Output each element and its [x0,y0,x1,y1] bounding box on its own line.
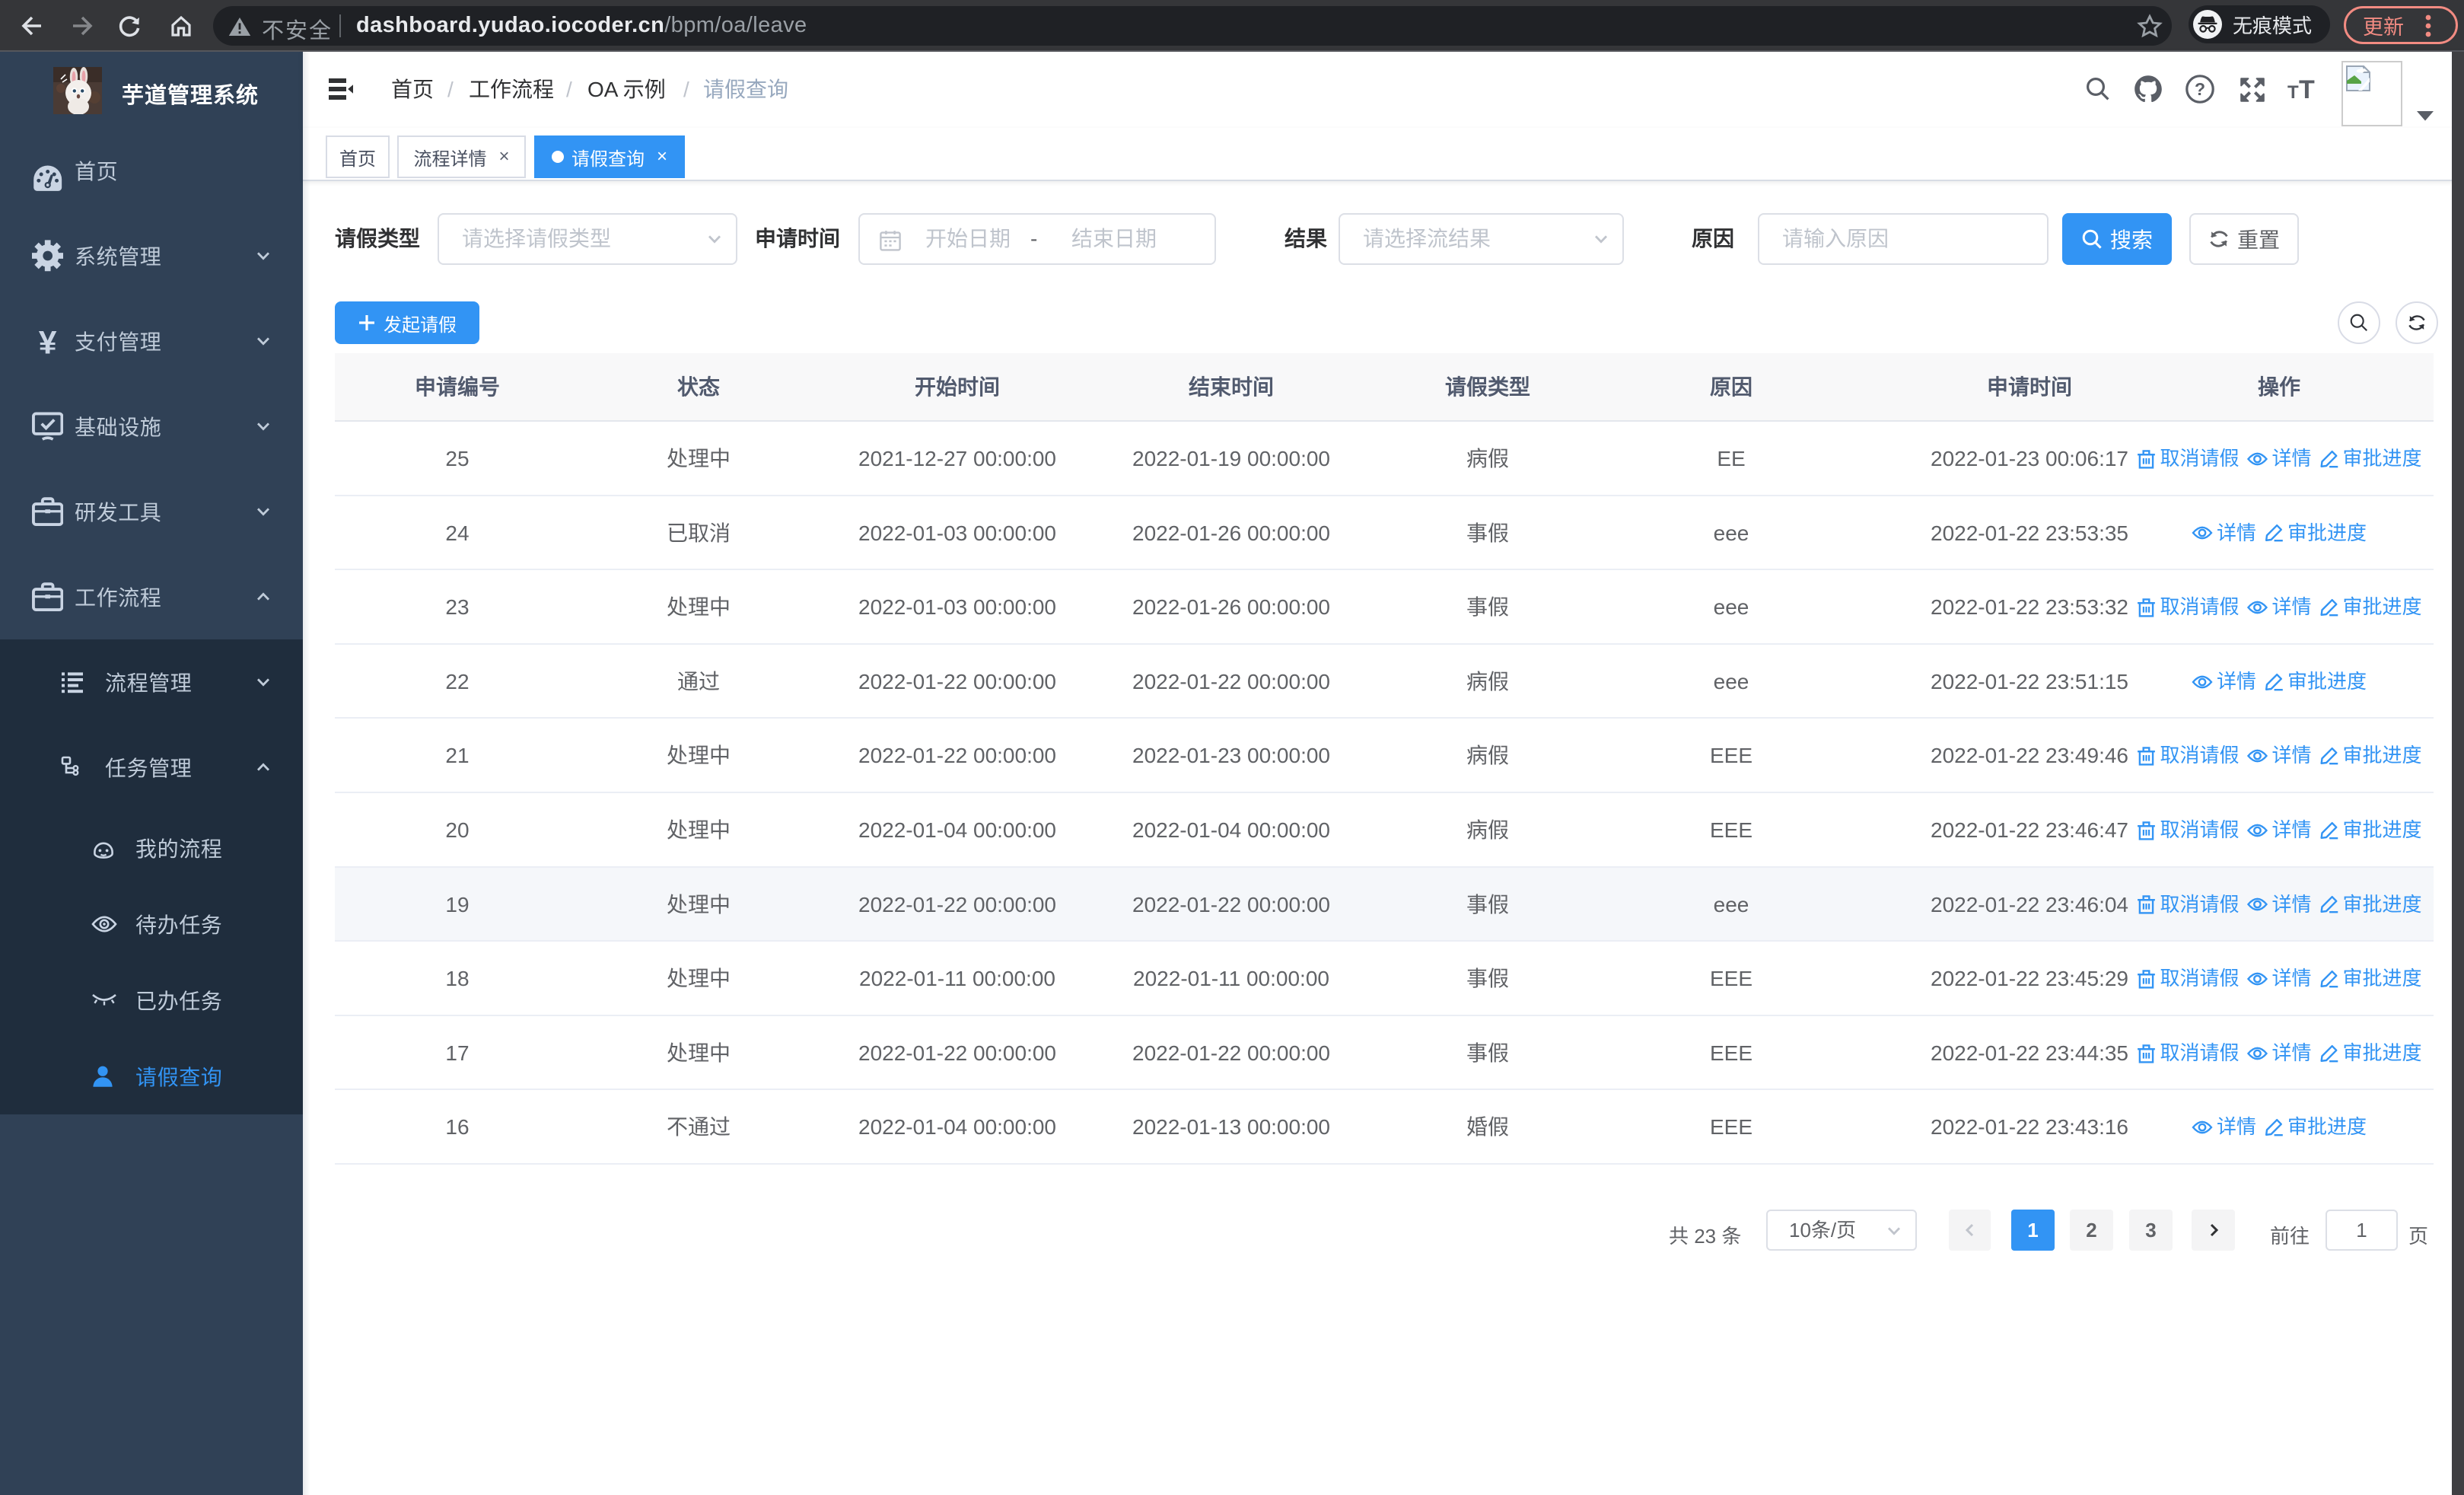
svg-text:T: T [2299,76,2315,102]
svg-text:¥: ¥ [39,325,57,356]
svg-text:?: ? [2195,79,2205,99]
svg-text:T: T [2287,82,2299,102]
